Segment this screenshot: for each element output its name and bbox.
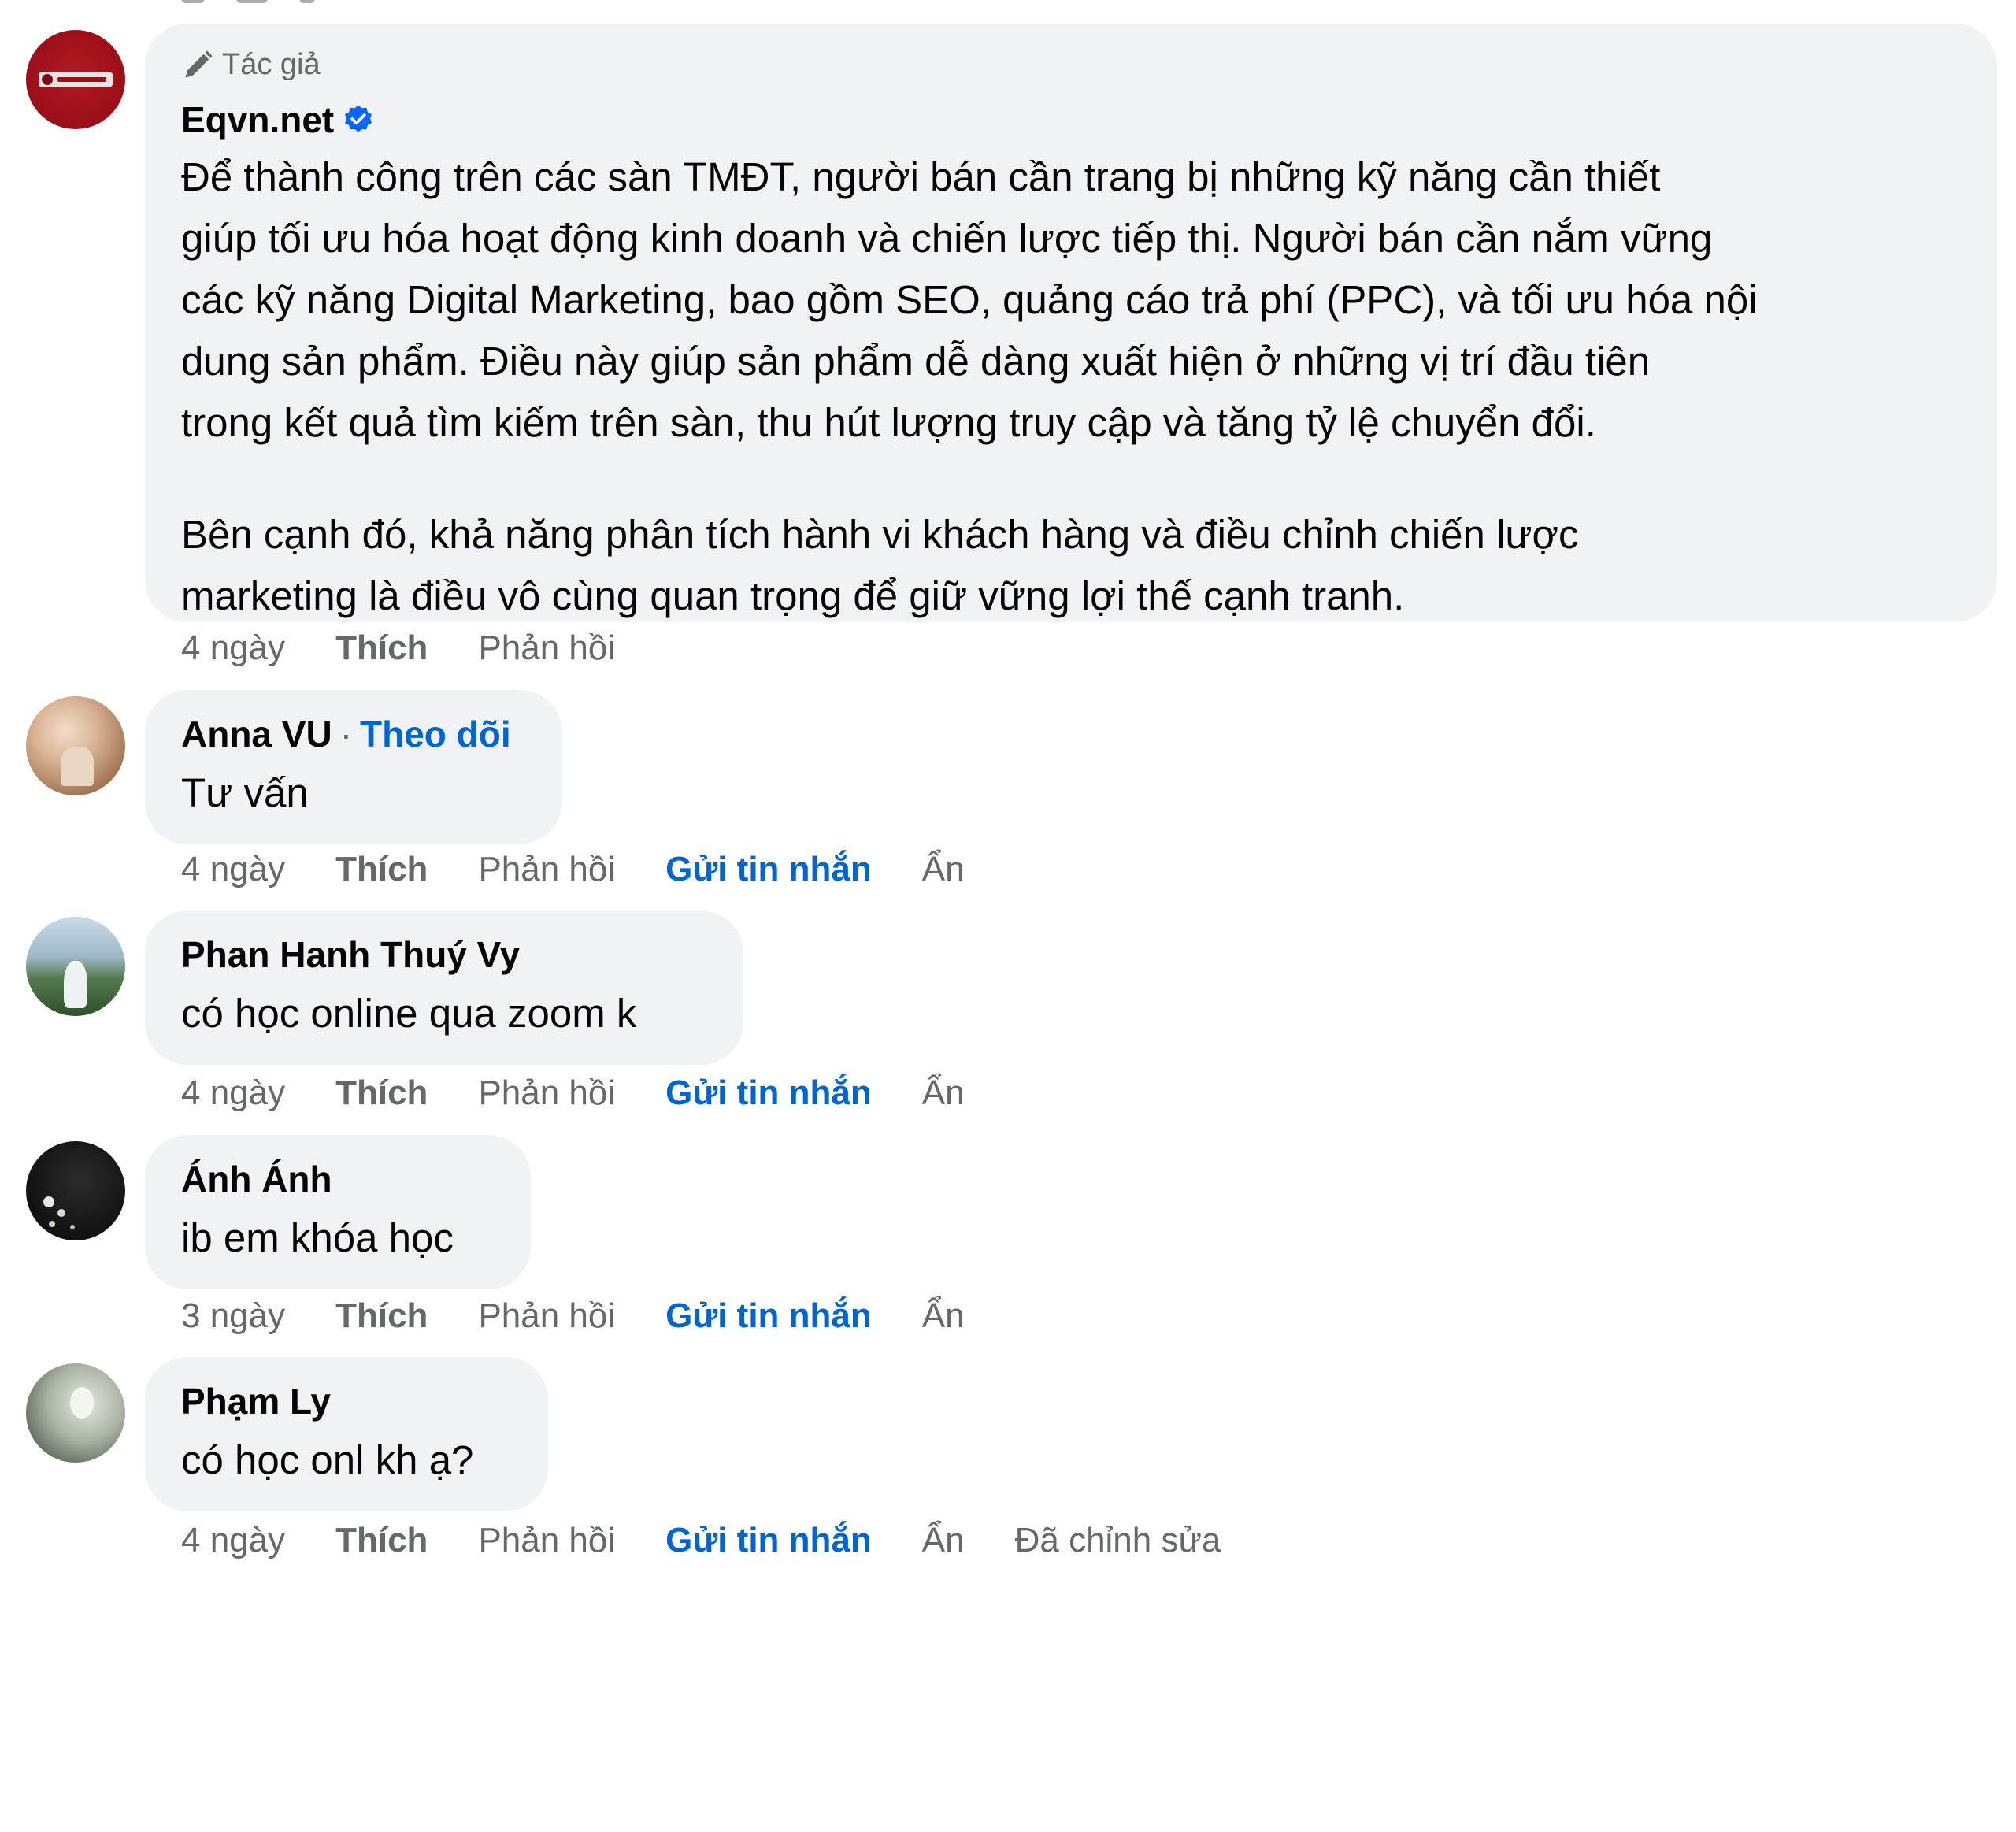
send-message-link[interactable]: Gửi tin nhắn [665,1074,872,1113]
previous-comment-cutoff [0,0,2016,6]
comment-timestamp[interactable]: 3 ngày [181,1296,285,1336]
reply-button[interactable]: Phản hồi [478,629,615,668]
anna-vu-avatar[interactable] [26,696,125,795]
like-button[interactable]: Thích [335,1074,428,1113]
comment-text: ib em khóa học [181,1215,454,1260]
hide-button[interactable]: Ẩn [922,1074,965,1113]
phan-hanh-thuy-vy-avatar[interactable] [26,917,125,1016]
comment-paragraph-1: Để thành công trên các sàn TMĐT, người b… [181,146,1758,454]
author-badge-label: Tác giả [222,47,321,81]
comment-thread: Tác giả Eqvn.net Để thành công trên các … [0,0,2016,1832]
comment-paragraph-2: Bên cạnh đó, khả năng phân tích hành vi … [181,504,1579,627]
hide-button[interactable]: Ẩn [922,1296,965,1336]
comment-text: có học online qua zoom k [181,991,637,1036]
comment-bubble-pham-ly: Phạm Ly có học onl kh ạ? [145,1357,548,1511]
comment-timestamp[interactable]: 4 ngày [181,1074,285,1113]
send-message-link[interactable]: Gửi tin nhắn [665,1521,872,1560]
text-line: Để thành công trên các sàn TMĐT, người b… [181,154,1661,199]
comment-actions-eqvn: 4 ngày Thích Phản hồi [181,626,665,670]
pencil-icon [185,50,213,78]
reply-button[interactable]: Phản hồi [478,1074,615,1113]
commenter-name[interactable]: Eqvn.net [181,98,334,142]
comment-actions-anna-vu: 4 ngày Thích Phản hồi Gửi tin nhắn Ẩn [181,847,1015,892]
comment-text-eqvn-2: Bên cạnh đó, khả năng phân tích hành vi … [181,504,1579,627]
reply-button[interactable]: Phản hồi [478,1296,615,1336]
commenter-name-line: Anna VU · Theo dõi [181,712,511,756]
comment-bubble-anh-anh: Ánh Ánh ib em khóa học [145,1135,531,1289]
name-separator: · [339,714,353,755]
comment-bubble-anna-vu: Anna VU · Theo dõi Tư vấn [145,690,562,844]
verified-badge-icon [345,105,372,132]
comment-text: Tư vấn [181,770,309,815]
text-line: dung sản phẩm. Điều này giúp sản phẩm dễ… [181,339,1651,384]
edited-label[interactable]: Đã chỉnh sửa [1015,1521,1221,1560]
commenter-name[interactable]: Phan Hanh Thuý Vy [181,933,520,977]
like-button[interactable]: Thích [335,629,428,668]
text-line: giúp tối ưu hóa hoạt động kinh doanh và … [181,216,1713,261]
hide-button[interactable]: Ẩn [922,1521,965,1560]
comment-bubble-thuy-vy: Phan Hanh Thuý Vy có học online qua zoom… [145,910,743,1065]
eqvn-logo-avatar[interactable] [26,30,125,129]
reply-button[interactable]: Phản hồi [478,1521,615,1560]
text-line: Bên cạnh đó, khả năng phân tích hành vi … [181,512,1579,557]
comment-actions-anh-anh: 3 ngày Thích Phản hồi Gửi tin nhắn Ẩn [181,1294,1015,1338]
comment-actions-pham-ly: 4 ngày Thích Phản hồi Gửi tin nhắn Ẩn Đã… [181,1519,1271,1563]
comment-text: có học onl kh ạ? [181,1437,474,1482]
commenter-name-eqvn[interactable]: Eqvn.net [181,98,375,142]
hide-button[interactable]: Ẩn [922,850,965,889]
commenter-name-line: Phạm Ly [181,1379,331,1423]
reply-button[interactable]: Phản hồi [478,850,615,889]
commenter-name-line: Phan Hanh Thuý Vy [181,933,520,977]
follow-link[interactable]: Theo dõi [360,712,511,756]
commenter-name[interactable]: Phạm Ly [181,1379,331,1423]
like-button[interactable]: Thích [335,850,428,889]
author-badge: Tác giả [181,47,321,82]
anh-anh-avatar[interactable] [26,1141,125,1240]
text-line: các kỹ năng Digital Marketing, bao gồm S… [181,277,1758,322]
pham-ly-avatar[interactable] [26,1363,125,1463]
text-line: marketing là điều vô cùng quan trọng để … [181,573,1405,618]
comment-bubble-eqvn: Tác giả Eqvn.net Để thành công trên các … [145,24,1997,622]
comment-actions-thuy-vy: 4 ngày Thích Phản hồi Gửi tin nhắn Ẩn [181,1071,1015,1115]
commenter-name-line: Ánh Ánh [181,1157,332,1201]
comment-text-eqvn: Để thành công trên các sàn TMĐT, người b… [181,146,1758,454]
send-message-link[interactable]: Gửi tin nhắn [665,1296,872,1336]
commenter-name[interactable]: Ánh Ánh [181,1157,332,1201]
comment-timestamp[interactable]: 4 ngày [181,629,285,668]
like-button[interactable]: Thích [335,1296,428,1336]
text-line: trong kết quả tìm kiếm trên sàn, thu hút… [181,400,1596,445]
commenter-name[interactable]: Anna VU [181,712,332,756]
send-message-link[interactable]: Gửi tin nhắn [665,850,872,889]
comment-timestamp[interactable]: 4 ngày [181,1521,285,1560]
like-button[interactable]: Thích [335,1521,428,1560]
eqvn-logo-mark [39,72,113,87]
comment-timestamp[interactable]: 4 ngày [181,850,285,889]
